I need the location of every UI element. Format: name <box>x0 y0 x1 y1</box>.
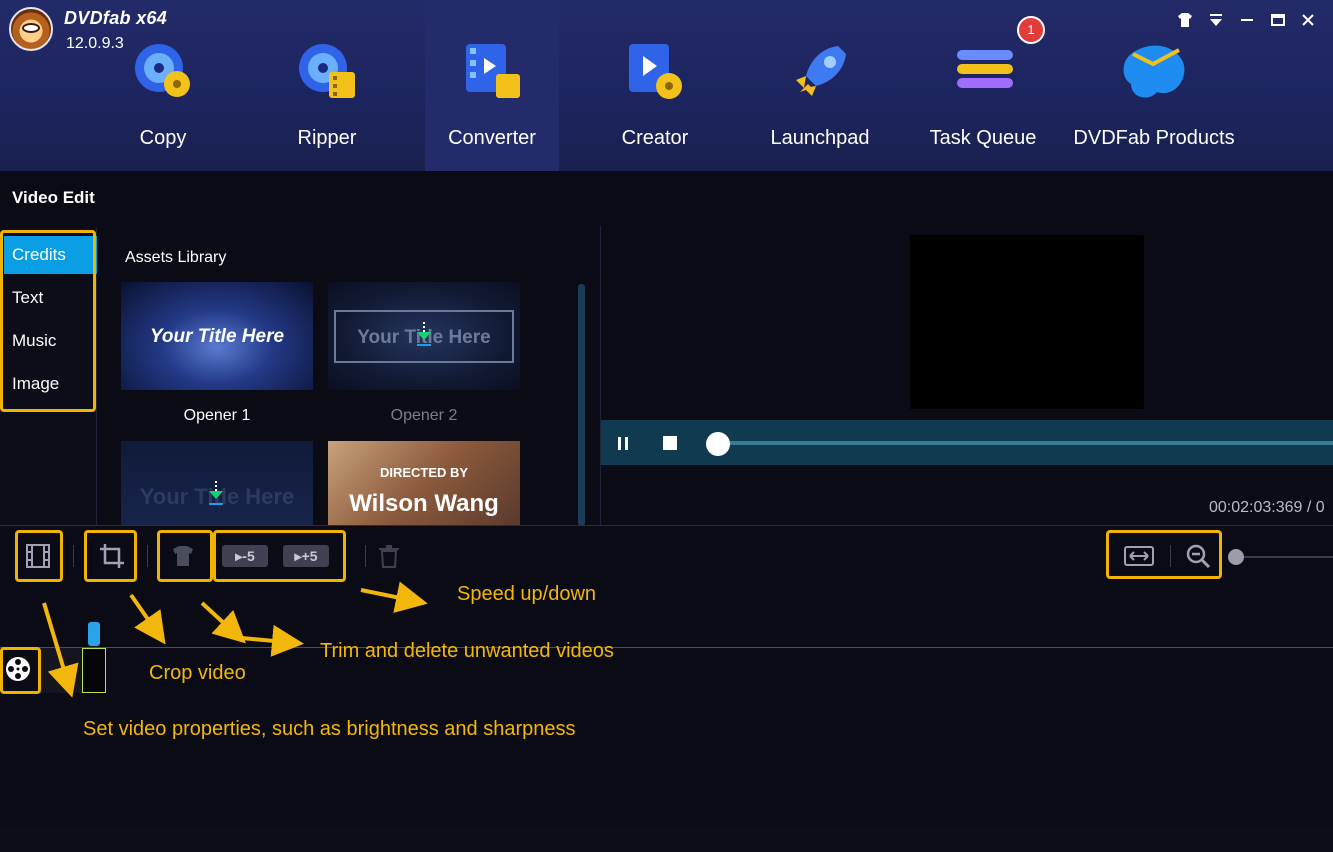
annotation-crop: Crop video <box>149 662 246 684</box>
crop-arrow <box>129 593 166 645</box>
dvdfab-window: DVDfab x64 12.0.9.3 Copy Ripper Converte… <box>0 0 1333 852</box>
trim-arrow-1 <box>200 601 246 644</box>
speed-arrow <box>360 581 428 613</box>
annotation-properties: Set video properties, such as brightness… <box>83 718 576 740</box>
annotation-speed: Speed up/down <box>457 583 597 605</box>
props-arrow <box>42 602 79 698</box>
annotation-trim: Trim and delete unwanted videos <box>320 640 614 662</box>
trim-arrow-2 <box>241 624 304 657</box>
bottom-bar <box>0 826 1333 852</box>
